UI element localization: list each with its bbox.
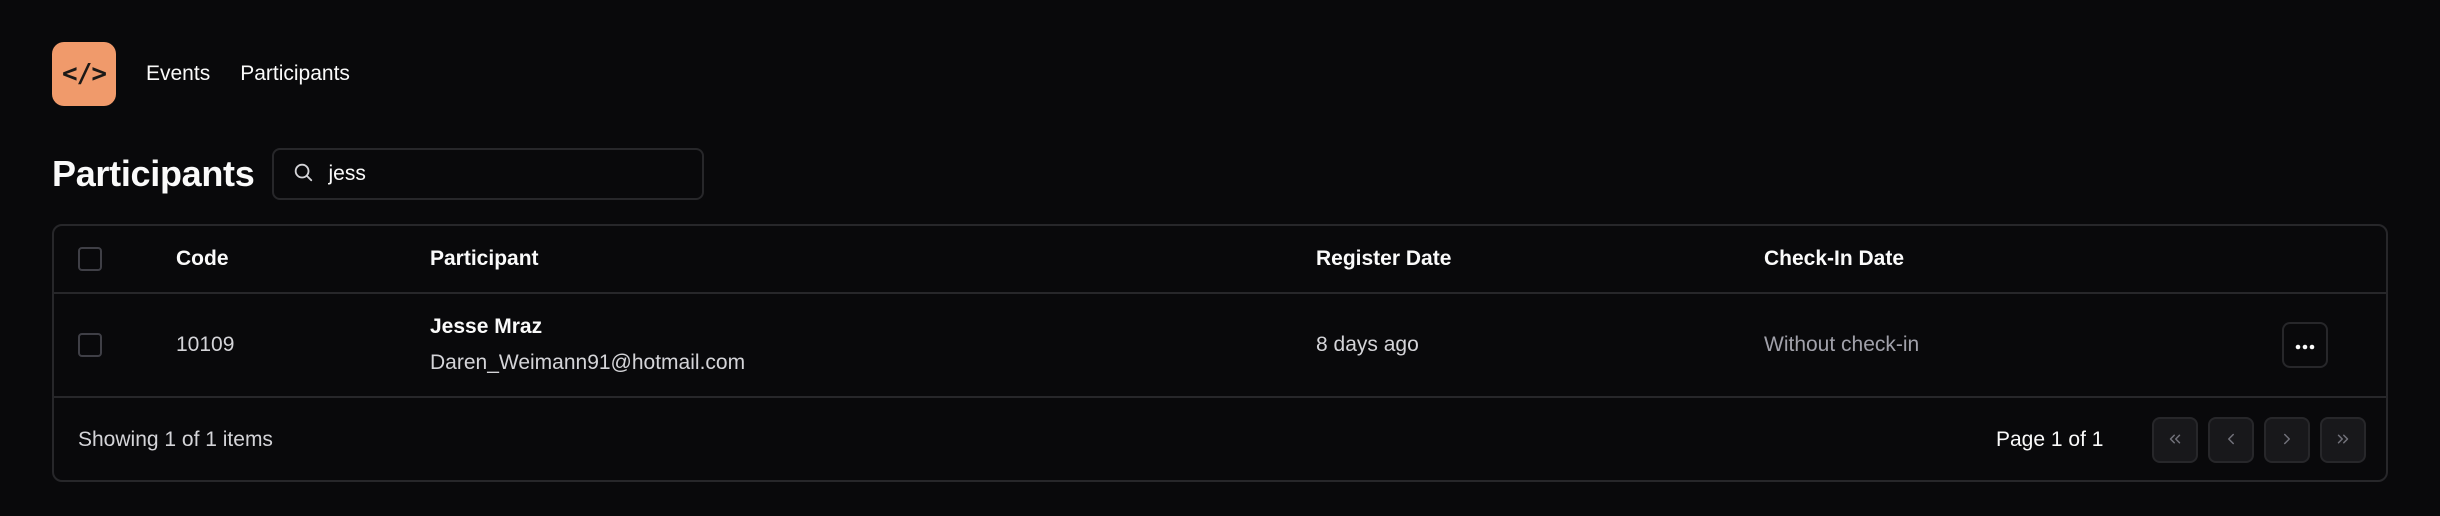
more-horizontal-icon (2295, 338, 2315, 353)
nav-link-events[interactable]: Events (146, 62, 210, 86)
last-page-button[interactable] (2320, 417, 2366, 463)
page: </> Events Participants Participants Cod… (0, 0, 2440, 516)
showing-count: Showing 1 of 1 items (78, 428, 273, 451)
chevrons-left-icon (2166, 430, 2184, 451)
table-footer: Showing 1 of 1 items Page 1 of 1 (54, 398, 2386, 482)
main-nav: Events Participants (146, 62, 350, 86)
search-box[interactable] (272, 148, 705, 200)
check-in-date: Without check-in (1764, 333, 1920, 356)
row-actions-button[interactable] (2282, 322, 2328, 368)
participant-email: Daren_Weimann91@hotmail.com (430, 351, 746, 374)
app-logo[interactable]: </> (52, 42, 116, 106)
header: </> Events Participants (52, 42, 350, 106)
title-row: Participants (52, 148, 705, 200)
nav-link-participants[interactable]: Participants (240, 62, 350, 86)
page-info: Page 1 of 1 (1996, 428, 2104, 451)
row-checkbox[interactable] (78, 333, 102, 357)
column-header-check-in-date: Check-In Date (1764, 247, 1905, 270)
participants-table: Code Participant Register Date Check-In … (52, 224, 2388, 482)
search-input[interactable] (328, 162, 685, 186)
participant-code: 10109 (176, 333, 235, 356)
chevron-left-icon (2222, 430, 2240, 451)
pagination (2152, 417, 2366, 463)
next-page-button[interactable] (2264, 417, 2310, 463)
table-row: 10109 Jesse Mraz Daren_Weimann91@hotmail… (54, 294, 2386, 398)
page-title: Participants (52, 153, 255, 194)
chevron-right-icon (2278, 430, 2296, 451)
previous-page-button[interactable] (2208, 417, 2254, 463)
select-all-checkbox[interactable] (78, 247, 102, 271)
participant-cell: Jesse Mraz Daren_Weimann91@hotmail.com (430, 315, 745, 375)
chevrons-right-icon (2334, 430, 2352, 451)
table-header-row: Code Participant Register Date Check-In … (54, 226, 2386, 294)
column-header-register-date: Register Date (1316, 247, 1452, 270)
column-header-participant: Participant (430, 247, 539, 270)
register-date: 8 days ago (1316, 333, 1419, 356)
column-header-code: Code (176, 247, 229, 270)
participant-name: Jesse Mraz (430, 315, 543, 338)
first-page-button[interactable] (2152, 417, 2198, 463)
search-icon (292, 161, 314, 188)
